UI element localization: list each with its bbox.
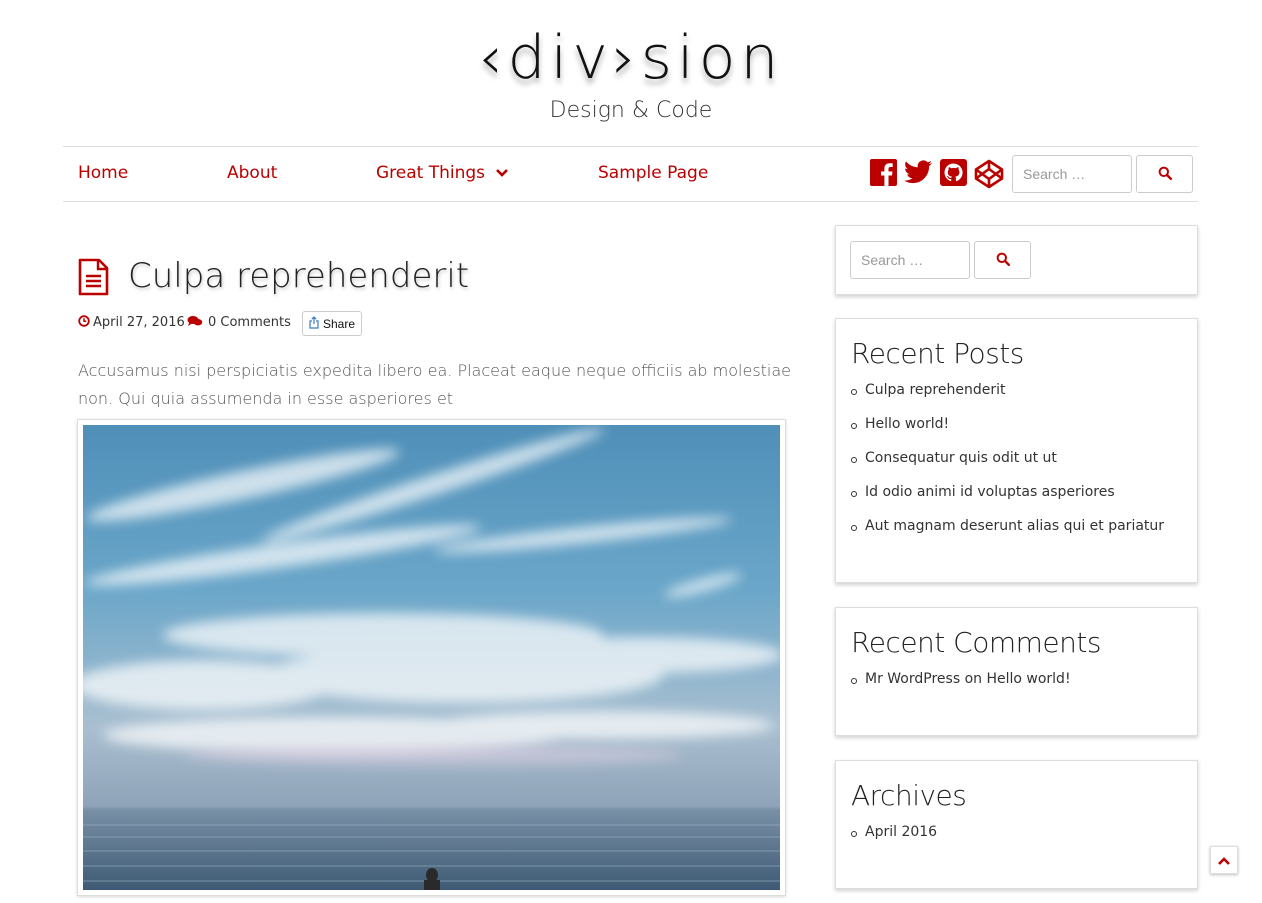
list-item[interactable]: Culpa reprehenderit — [851, 382, 1197, 416]
ocean-sky-photo — [83, 425, 780, 890]
share-button[interactable]: Share — [302, 311, 363, 336]
archives-title: Archives — [851, 779, 967, 812]
post-excerpt: Accusamus nisi perspiciatis expedita lib… — [78, 361, 792, 408]
recent-posts-list: Culpa reprehenderit Hello world! Consequ… — [851, 382, 1197, 552]
list-item[interactable]: Mr WordPress on Hello world! — [851, 671, 1197, 705]
post-comments-link[interactable]: 0 Comments — [187, 315, 291, 330]
post-comments-text: 0 Comments — [208, 315, 291, 330]
list-item[interactable]: Hello world! — [851, 416, 1197, 450]
nav-item-great-things[interactable]: Great Things — [376, 163, 509, 183]
codepen-icon[interactable] — [974, 159, 1004, 193]
recent-posts-widget: Recent Posts Culpa reprehenderit Hello w… — [835, 318, 1198, 583]
nav-search-input[interactable] — [1012, 155, 1132, 193]
list-item[interactable]: Id odio animi id voluptas asperiores — [851, 484, 1197, 518]
share-label: Share — [323, 316, 356, 331]
nav-item-great-things-label: Great Things — [376, 163, 486, 183]
facebook-icon[interactable] — [870, 159, 897, 190]
chevron-down-icon — [495, 163, 509, 183]
site-tagline: Design & Code — [549, 98, 713, 123]
sidebar-search-button[interactable] — [974, 241, 1031, 279]
recent-comments-list: Mr WordPress on Hello world! — [851, 671, 1197, 705]
recent-comments-widget: Recent Comments Mr WordPress on Hello wo… — [835, 607, 1198, 736]
github-icon[interactable] — [940, 159, 967, 190]
search-icon — [996, 252, 1010, 269]
chevron-up-icon — [1217, 851, 1231, 870]
nav-item-home[interactable]: Home — [78, 163, 128, 183]
nav-item-sample-page[interactable]: Sample Page — [598, 163, 708, 183]
post-date-text: April 27, 2016 — [93, 315, 185, 330]
recent-comments-title: Recent Comments — [851, 626, 1101, 659]
post-featured-image[interactable] — [77, 419, 786, 896]
site-logo[interactable]: ‹div›sion — [0, 22, 1262, 94]
twitter-icon[interactable] — [904, 159, 932, 189]
main-navbar: Home About Great Things Sample Page — [63, 146, 1198, 202]
site-header: ‹div›sion Design & Code — [0, 22, 1262, 123]
nav-search-button[interactable] — [1136, 155, 1193, 193]
document-icon — [78, 258, 109, 300]
comments-icon — [187, 315, 206, 330]
back-to-top-button[interactable] — [1210, 846, 1238, 874]
list-item[interactable]: Consequatur quis odit ut ut — [851, 450, 1197, 484]
list-item[interactable]: April 2016 — [851, 824, 1197, 858]
sidebar-search-input[interactable] — [850, 241, 970, 279]
list-item[interactable]: Aut magnam deserunt alias qui et pariatu… — [851, 518, 1197, 552]
post-title[interactable]: Culpa reprehenderit — [128, 256, 469, 296]
archives-list: April 2016 — [851, 824, 1197, 858]
nav-item-about[interactable]: About — [227, 163, 277, 183]
archives-widget: Archives April 2016 — [835, 760, 1198, 889]
search-widget — [835, 225, 1198, 295]
search-icon — [1158, 166, 1172, 183]
share-icon — [309, 315, 323, 332]
clock-icon — [78, 315, 93, 330]
post-date[interactable]: April 27, 2016 — [78, 315, 185, 330]
recent-posts-title: Recent Posts — [851, 337, 1024, 370]
